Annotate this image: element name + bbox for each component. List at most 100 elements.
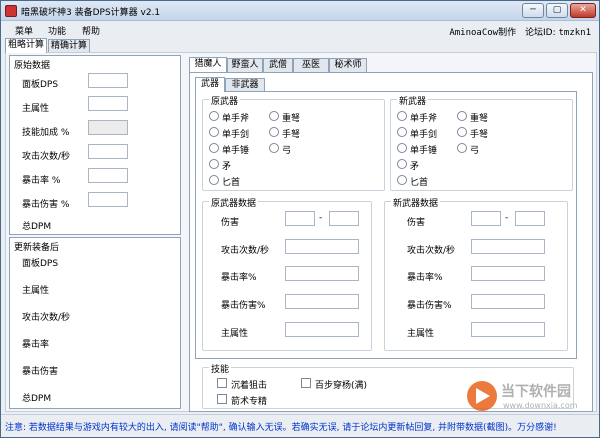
orig-crit-damage-input[interactable] bbox=[285, 294, 359, 309]
downxia-logo-icon bbox=[467, 381, 497, 411]
label-orig-crit-rate: 暴击率% bbox=[221, 273, 257, 283]
main-attr-input[interactable] bbox=[88, 96, 128, 111]
checkbox-archery[interactable] bbox=[217, 394, 227, 404]
orig-attack-speed-input[interactable] bbox=[285, 239, 359, 254]
tab-monk[interactable]: 武僧 bbox=[263, 58, 293, 72]
result-total-dpm: 总DPM bbox=[22, 394, 52, 404]
label-total-dpm: 总DPM bbox=[22, 222, 52, 232]
tab-precise-calc[interactable]: 精确计算 bbox=[48, 39, 90, 53]
tab-witch-doctor[interactable]: 巫医 bbox=[293, 58, 329, 72]
label-sharpshooter: 百步穿杨(满) bbox=[315, 381, 368, 391]
radio-orig-crossbow[interactable] bbox=[269, 111, 279, 121]
new-attack-speed-input[interactable] bbox=[471, 239, 545, 254]
radio-orig-hand-crossbow[interactable] bbox=[269, 127, 279, 137]
tab-demon-hunter[interactable]: 猎魔人 bbox=[189, 57, 227, 72]
app-window: 暗黑破坏神3 装备DPS计算器 v2.1 ─ ▢ ✕ 菜单 功能 帮助 Amin… bbox=[0, 0, 600, 438]
tab-weapon[interactable]: 武器 bbox=[195, 77, 225, 92]
label-new-axe: 单手斧 bbox=[410, 114, 438, 124]
label-orig-sword: 单手剑 bbox=[222, 130, 250, 140]
result-crit-rate: 暴击率 bbox=[22, 340, 50, 350]
crit-damage-input[interactable] bbox=[88, 192, 128, 207]
window-title: 暗黑破坏神3 装备DPS计算器 v2.1 bbox=[21, 8, 161, 18]
tab-non-weapon[interactable]: 非武器 bbox=[225, 78, 265, 92]
result-attack-speed: 攻击次数/秒 bbox=[22, 313, 71, 323]
radio-orig-dagger[interactable] bbox=[209, 175, 219, 185]
label-new-hand-crossbow: 手弩 bbox=[470, 130, 489, 140]
radio-new-spear[interactable] bbox=[397, 159, 407, 169]
author-info: AminoaCow制作 论坛ID: tmzkn1 bbox=[449, 25, 591, 38]
label-new-bow: 弓 bbox=[470, 146, 480, 156]
skill-bonus-input[interactable] bbox=[88, 120, 128, 135]
new-damage-min-input[interactable] bbox=[471, 211, 501, 226]
label-orig-hand-crossbow: 手弩 bbox=[282, 130, 301, 140]
orig-damage-dash: - bbox=[319, 213, 323, 223]
menu-item-menu[interactable]: 菜单 bbox=[15, 24, 33, 37]
radio-new-dagger[interactable] bbox=[397, 175, 407, 185]
orig-damage-min-input[interactable] bbox=[285, 211, 315, 226]
minimize-button[interactable]: ─ bbox=[522, 3, 544, 18]
new-crit-damage-input[interactable] bbox=[471, 294, 545, 309]
orig-damage-max-input[interactable] bbox=[329, 211, 359, 226]
close-button[interactable]: ✕ bbox=[570, 3, 596, 18]
result-main-attr: 主属性 bbox=[22, 286, 50, 296]
label-orig-damage: 伤害 bbox=[221, 218, 240, 228]
new-damage-max-input[interactable] bbox=[515, 211, 545, 226]
label-main-attr: 主属性 bbox=[22, 104, 50, 114]
label-new-attack-speed: 攻击次数/秒 bbox=[407, 246, 456, 256]
label-new-damage: 伤害 bbox=[407, 218, 426, 228]
new-main-attr-input[interactable] bbox=[471, 322, 545, 337]
after-update-title: 更新装备后 bbox=[14, 243, 60, 253]
after-update-panel: 更新装备后 面板DPS 主属性 攻击次数/秒 暴击率 暴击伤害 总DPM bbox=[9, 237, 181, 409]
label-new-mace: 单手锤 bbox=[410, 146, 438, 156]
menu-item-function[interactable]: 功能 bbox=[48, 24, 66, 37]
crit-rate-input[interactable] bbox=[88, 168, 128, 183]
checkbox-steady-aim[interactable] bbox=[217, 378, 227, 388]
radio-new-crossbow[interactable] bbox=[457, 111, 467, 121]
radio-new-bow[interactable] bbox=[457, 143, 467, 153]
menu-item-help[interactable]: 帮助 bbox=[82, 24, 100, 37]
label-orig-attack-speed: 攻击次数/秒 bbox=[221, 246, 270, 256]
label-archery: 箭术专精 bbox=[231, 397, 268, 407]
menu-bar: 菜单 功能 帮助 AminoaCow制作 论坛ID: tmzkn1 bbox=[1, 22, 599, 38]
tab-rough-calc[interactable]: 粗略计算 bbox=[5, 38, 47, 53]
radio-new-axe[interactable] bbox=[397, 111, 407, 121]
maximize-icon: ▢ bbox=[552, 5, 562, 15]
maximize-button[interactable]: ▢ bbox=[546, 3, 568, 18]
label-new-spear: 矛 bbox=[410, 162, 420, 172]
new-crit-rate-input[interactable] bbox=[471, 266, 545, 281]
radio-orig-axe[interactable] bbox=[209, 111, 219, 121]
radio-orig-sword[interactable] bbox=[209, 127, 219, 137]
attack-speed-input[interactable] bbox=[88, 144, 128, 159]
label-steady-aim: 沉着狙击 bbox=[231, 381, 268, 391]
tab-wizard[interactable]: 秘术师 bbox=[329, 58, 367, 72]
label-new-crossbow: 重弩 bbox=[470, 114, 489, 124]
label-orig-spear: 矛 bbox=[222, 162, 232, 172]
label-skill-bonus: 技能加成 % bbox=[22, 128, 70, 138]
result-panel-dps: 面板DPS bbox=[22, 259, 59, 269]
radio-orig-bow[interactable] bbox=[269, 143, 279, 153]
orig-crit-rate-input[interactable] bbox=[285, 266, 359, 281]
original-weapon-group: 原武器 单手斧 单手剑 单手锤 矛 匕首 重弩 手弩 弓 bbox=[202, 94, 385, 191]
label-crit-damage: 暴击伤害 % bbox=[22, 200, 70, 210]
label-crit-rate: 暴击率 % bbox=[22, 176, 61, 186]
label-orig-mace: 单手锤 bbox=[222, 146, 250, 156]
forum-label: 论坛ID: bbox=[524, 28, 556, 38]
status-bar: 注意: 若数据结果与游戏内有较大的出入, 请阅读"帮助", 确认输入无误。若确实… bbox=[1, 414, 599, 437]
radio-orig-mace[interactable] bbox=[209, 143, 219, 153]
radio-new-sword[interactable] bbox=[397, 127, 407, 137]
checkbox-sharpshooter[interactable] bbox=[301, 378, 311, 388]
minimize-icon: ─ bbox=[530, 5, 536, 15]
radio-orig-spear[interactable] bbox=[209, 159, 219, 169]
label-new-crit-rate: 暴击率% bbox=[407, 273, 443, 283]
tab-barbarian[interactable]: 野蛮人 bbox=[227, 58, 263, 72]
original-data-panel: 原始数据 面板DPS 主属性 技能加成 % 攻击次数/秒 暴击率 % 暴击伤害 … bbox=[9, 55, 181, 235]
label-orig-bow: 弓 bbox=[282, 146, 292, 156]
radio-new-hand-crossbow[interactable] bbox=[457, 127, 467, 137]
title-bar: 暗黑破坏神3 装备DPS计算器 v2.1 ─ ▢ ✕ bbox=[1, 1, 599, 21]
original-weapon-data-title: 原武器数据 bbox=[209, 196, 259, 209]
panel-dps-input[interactable] bbox=[88, 73, 128, 88]
radio-new-mace[interactable] bbox=[397, 143, 407, 153]
orig-main-attr-input[interactable] bbox=[285, 322, 359, 337]
label-attack-speed: 攻击次数/秒 bbox=[22, 152, 71, 162]
label-orig-main-attr: 主属性 bbox=[221, 329, 249, 339]
